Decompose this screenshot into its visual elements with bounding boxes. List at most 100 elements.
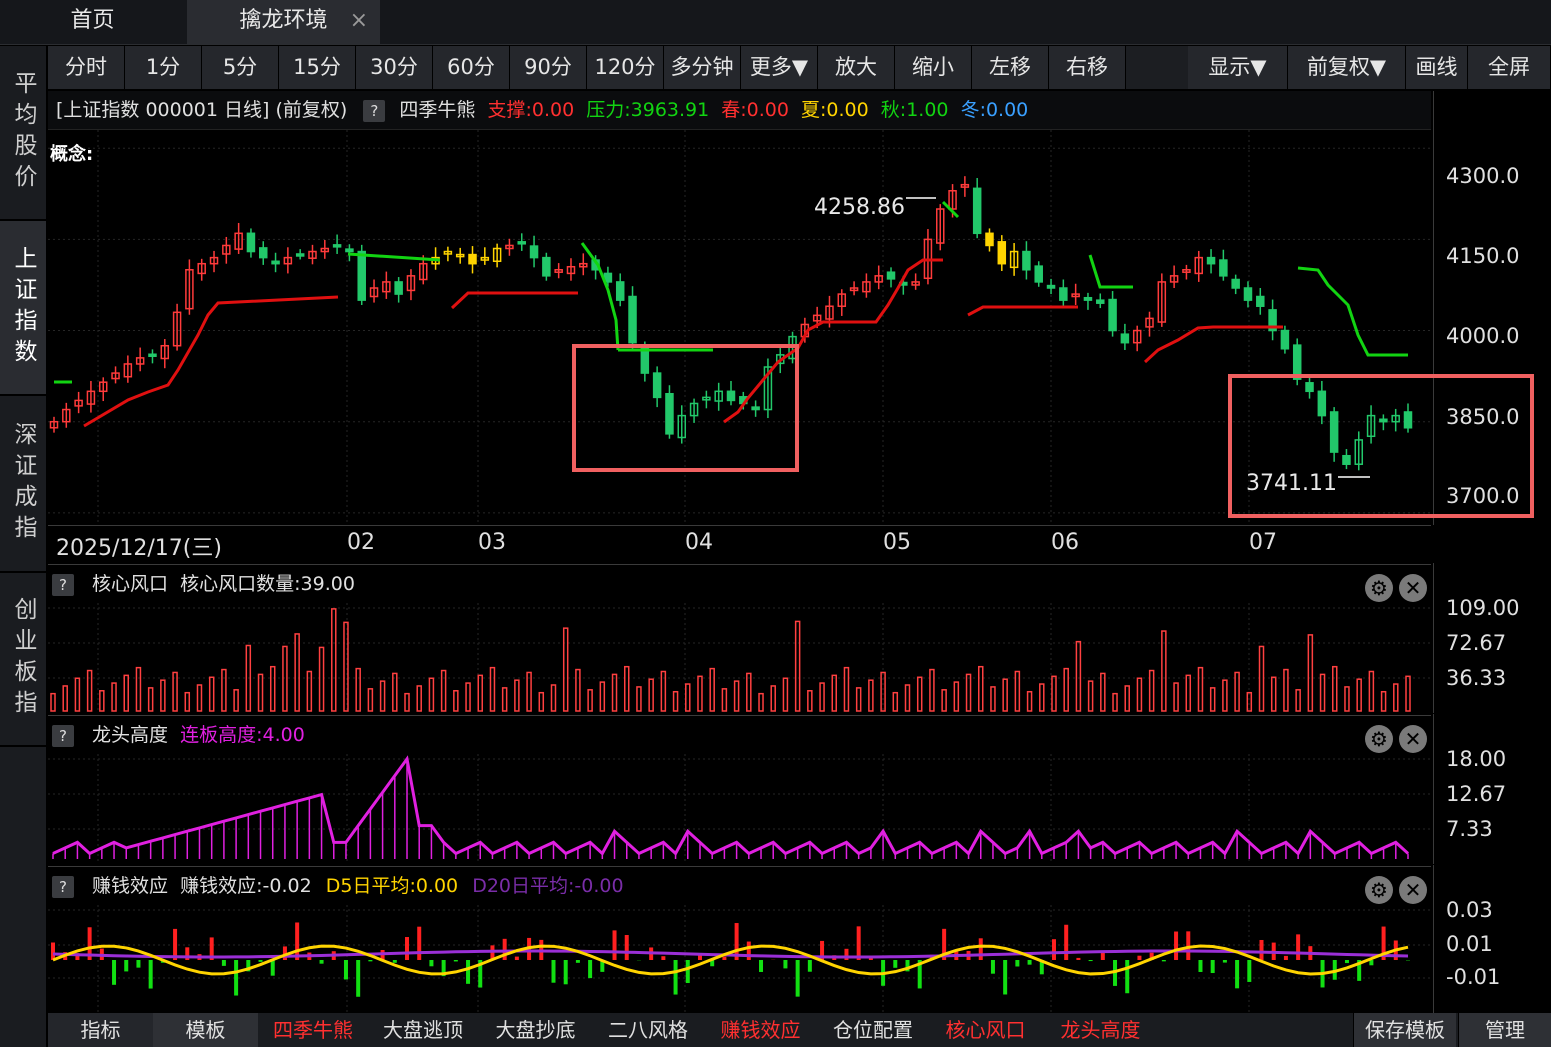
bottom-tab[interactable]: 核心风口 <box>928 1013 1043 1047</box>
bar <box>1283 955 1288 960</box>
toolbar-button[interactable]: 前复权▼ <box>1288 46 1406 89</box>
bottom-tab[interactable]: 大盘逃顶 <box>368 1013 478 1047</box>
bar <box>587 689 593 712</box>
toolbar-button[interactable]: 5分 <box>202 46 279 89</box>
toolbar-button[interactable]: 分时 <box>48 46 125 89</box>
bar <box>1173 682 1179 712</box>
bar <box>843 666 850 712</box>
bar <box>1075 640 1082 712</box>
bar <box>1051 939 1056 960</box>
panel-value: 核心风口数量:39.00 <box>180 573 355 595</box>
help-icon[interactable]: ? <box>52 875 74 898</box>
toolbar-button[interactable]: 60分 <box>433 46 510 89</box>
high-annotation: 4258.86 <box>814 195 905 220</box>
close-icon[interactable]: ✕ <box>1399 574 1427 602</box>
bottom-tab[interactable]: 模板 <box>153 1013 258 1047</box>
toolbar-button[interactable]: 画线 <box>1406 46 1468 89</box>
bar <box>588 960 593 979</box>
sidebar-item[interactable]: 创业板指 <box>0 573 46 747</box>
bar <box>135 666 142 712</box>
candle <box>763 358 773 419</box>
toolbar-button[interactable]: 右移 <box>1049 46 1126 89</box>
bar <box>685 683 691 712</box>
bar <box>892 691 899 712</box>
date-label: 04 <box>685 530 713 555</box>
save-template-button[interactable]: 保存模板 <box>1353 1013 1456 1047</box>
candle <box>837 289 847 316</box>
sidebar-item[interactable]: 上证指数 <box>0 221 46 396</box>
bottom-tab[interactable]: 四季牛熊 <box>258 1013 368 1047</box>
bottom-tab[interactable]: 二八风格 <box>593 1013 703 1047</box>
candle <box>529 235 539 268</box>
toolbar-button[interactable]: 左移 <box>972 46 1049 89</box>
candle <box>1379 414 1388 431</box>
candle <box>259 241 268 265</box>
tab-home[interactable]: 首页 <box>0 0 185 44</box>
candle <box>1194 250 1203 282</box>
close-icon[interactable]: ✕ <box>1399 876 1427 904</box>
bar <box>1369 960 1374 966</box>
tab-qinlong-env[interactable]: 擒龙环境 × <box>187 0 380 44</box>
candlestick-chart[interactable]: 4258.86 3741.11 <box>48 130 1431 525</box>
bar <box>355 667 361 712</box>
toolbar-button[interactable]: 90分 <box>510 46 587 89</box>
candle <box>49 416 59 433</box>
toolbar-button[interactable]: 缩小 <box>895 46 972 89</box>
toolbar-button[interactable]: 1分 <box>125 46 202 89</box>
bar <box>1136 677 1143 712</box>
candle <box>542 252 551 281</box>
bottom-tab[interactable]: 指标 <box>48 1013 153 1047</box>
sidebar-item[interactable]: 深证成指 <box>0 396 46 573</box>
close-icon[interactable]: ✕ <box>1399 725 1427 753</box>
close-icon[interactable]: × <box>350 0 368 42</box>
candle <box>1083 292 1093 310</box>
bottom-tab[interactable]: 赚钱效应 <box>703 1013 818 1047</box>
money-panel-header: ? 赚钱效应 赚钱效应:-0.02 D5日平均:0.00 D20日平均:-0.0… <box>48 866 1431 905</box>
toolbar-button[interactable]: 显示▼ <box>1188 46 1288 89</box>
bottom-tab[interactable]: 大盘抄底 <box>478 1013 593 1047</box>
gear-icon[interactable]: ⚙ <box>1365 574 1393 602</box>
bar <box>514 956 519 960</box>
bar <box>62 685 68 712</box>
toolbar-button[interactable]: 全屏 <box>1468 46 1551 89</box>
bottom-tab[interactable]: 仓位配置 <box>818 1013 928 1047</box>
toolbar-button[interactable]: 多分钟 <box>664 46 741 89</box>
bar <box>1259 939 1264 960</box>
candle <box>123 355 133 383</box>
toolbar-button[interactable]: 更多▼ <box>741 46 818 89</box>
candle <box>1120 323 1130 350</box>
bar <box>1015 960 1020 967</box>
bar <box>794 620 801 712</box>
candle <box>1169 265 1179 288</box>
gear-icon[interactable]: ⚙ <box>1365 876 1393 904</box>
bottom-tab[interactable]: 龙头高度 <box>1043 1013 1158 1047</box>
toolbar-button[interactable]: 120分 <box>587 46 664 89</box>
manage-button[interactable]: 管理 <box>1458 1013 1551 1047</box>
toolbar-button[interactable]: 15分 <box>279 46 356 89</box>
bar <box>746 672 752 712</box>
bar <box>1380 690 1387 712</box>
toolbar-button[interactable]: 30分 <box>356 46 433 89</box>
bar <box>1295 689 1301 712</box>
bar <box>440 669 447 712</box>
price-tick: 3700.0 <box>1446 484 1520 508</box>
sidebar-item[interactable]: 平均股价 <box>0 46 46 221</box>
candle <box>443 246 453 262</box>
bar <box>318 646 325 712</box>
bar <box>1185 674 1192 712</box>
help-icon[interactable]: ? <box>363 99 386 122</box>
bar <box>1076 957 1081 960</box>
panel-value: 连板高度:4.00 <box>180 724 305 746</box>
bar <box>501 687 508 712</box>
indicator-name: 四季牛熊 <box>399 99 476 121</box>
candle <box>1231 274 1240 295</box>
bar <box>611 673 618 712</box>
candle <box>295 249 305 260</box>
gear-icon[interactable]: ⚙ <box>1365 725 1393 753</box>
help-icon[interactable]: ? <box>52 724 74 747</box>
help-icon[interactable]: ? <box>52 573 74 596</box>
candle <box>936 204 945 251</box>
toolbar-button[interactable]: 放大 <box>818 46 895 89</box>
candle <box>86 380 96 413</box>
bar <box>1283 668 1289 712</box>
